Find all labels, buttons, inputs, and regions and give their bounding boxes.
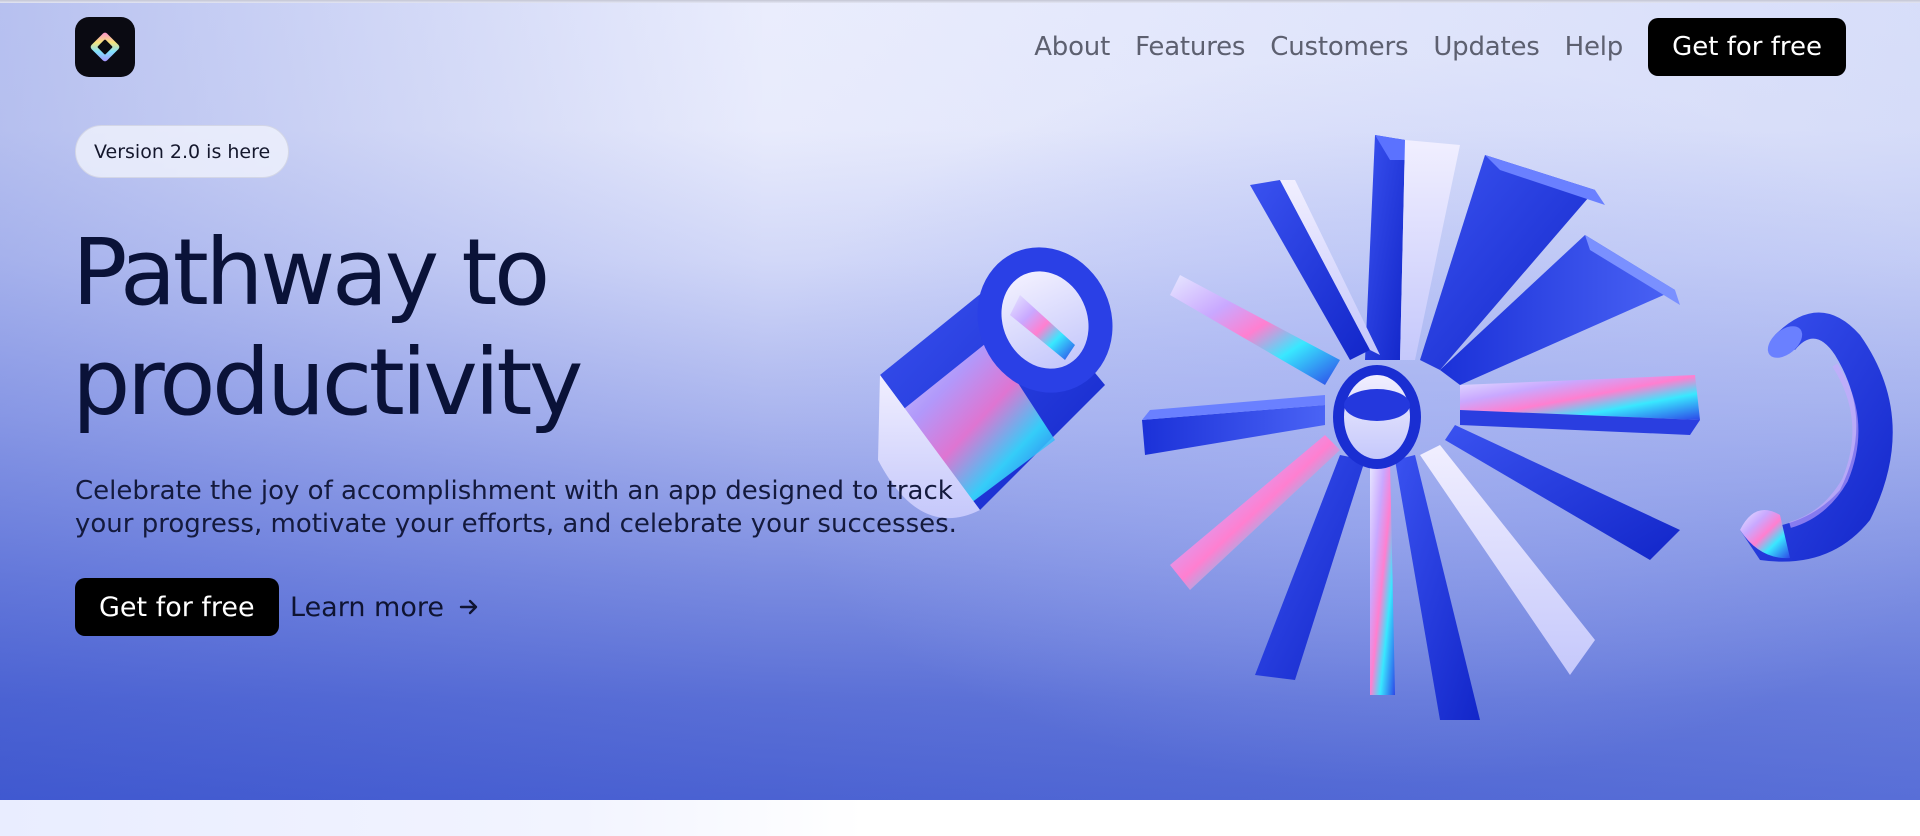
page-title: Pathway to productivity [72, 218, 832, 438]
glass-curved-pipe-shape [1740, 312, 1893, 562]
get-for-free-button[interactable]: Get for free [75, 578, 279, 636]
learn-more-label: Learn more [290, 591, 444, 623]
headline-line-1: Pathway to [72, 219, 550, 326]
diamond-logo-icon [90, 32, 120, 62]
app-logo[interactable] [75, 17, 135, 77]
nav-customers[interactable]: Customers [1270, 32, 1408, 62]
3d-glass-shapes-illustration [878, 135, 1893, 720]
headline-line-2: productivity [72, 329, 583, 436]
nav-updates[interactable]: Updates [1433, 32, 1540, 62]
next-section-edge [0, 800, 1920, 836]
starburst-shape [1142, 135, 1700, 720]
nav-features[interactable]: Features [1135, 32, 1245, 62]
nav-about[interactable]: About [1034, 32, 1110, 62]
learn-more-link[interactable]: Learn more [290, 578, 480, 636]
top-border [0, 0, 1920, 3]
hero-subtitle: Celebrate the joy of accomplishment with… [75, 476, 957, 539]
nav-get-for-free-button[interactable]: Get for free [1648, 18, 1846, 76]
top-nav: About Features Customers Updates Help Ge… [1034, 18, 1846, 76]
nav-help[interactable]: Help [1565, 32, 1624, 62]
arrow-right-icon [458, 596, 480, 618]
version-badge[interactable]: Version 2.0 is here [75, 125, 290, 178]
